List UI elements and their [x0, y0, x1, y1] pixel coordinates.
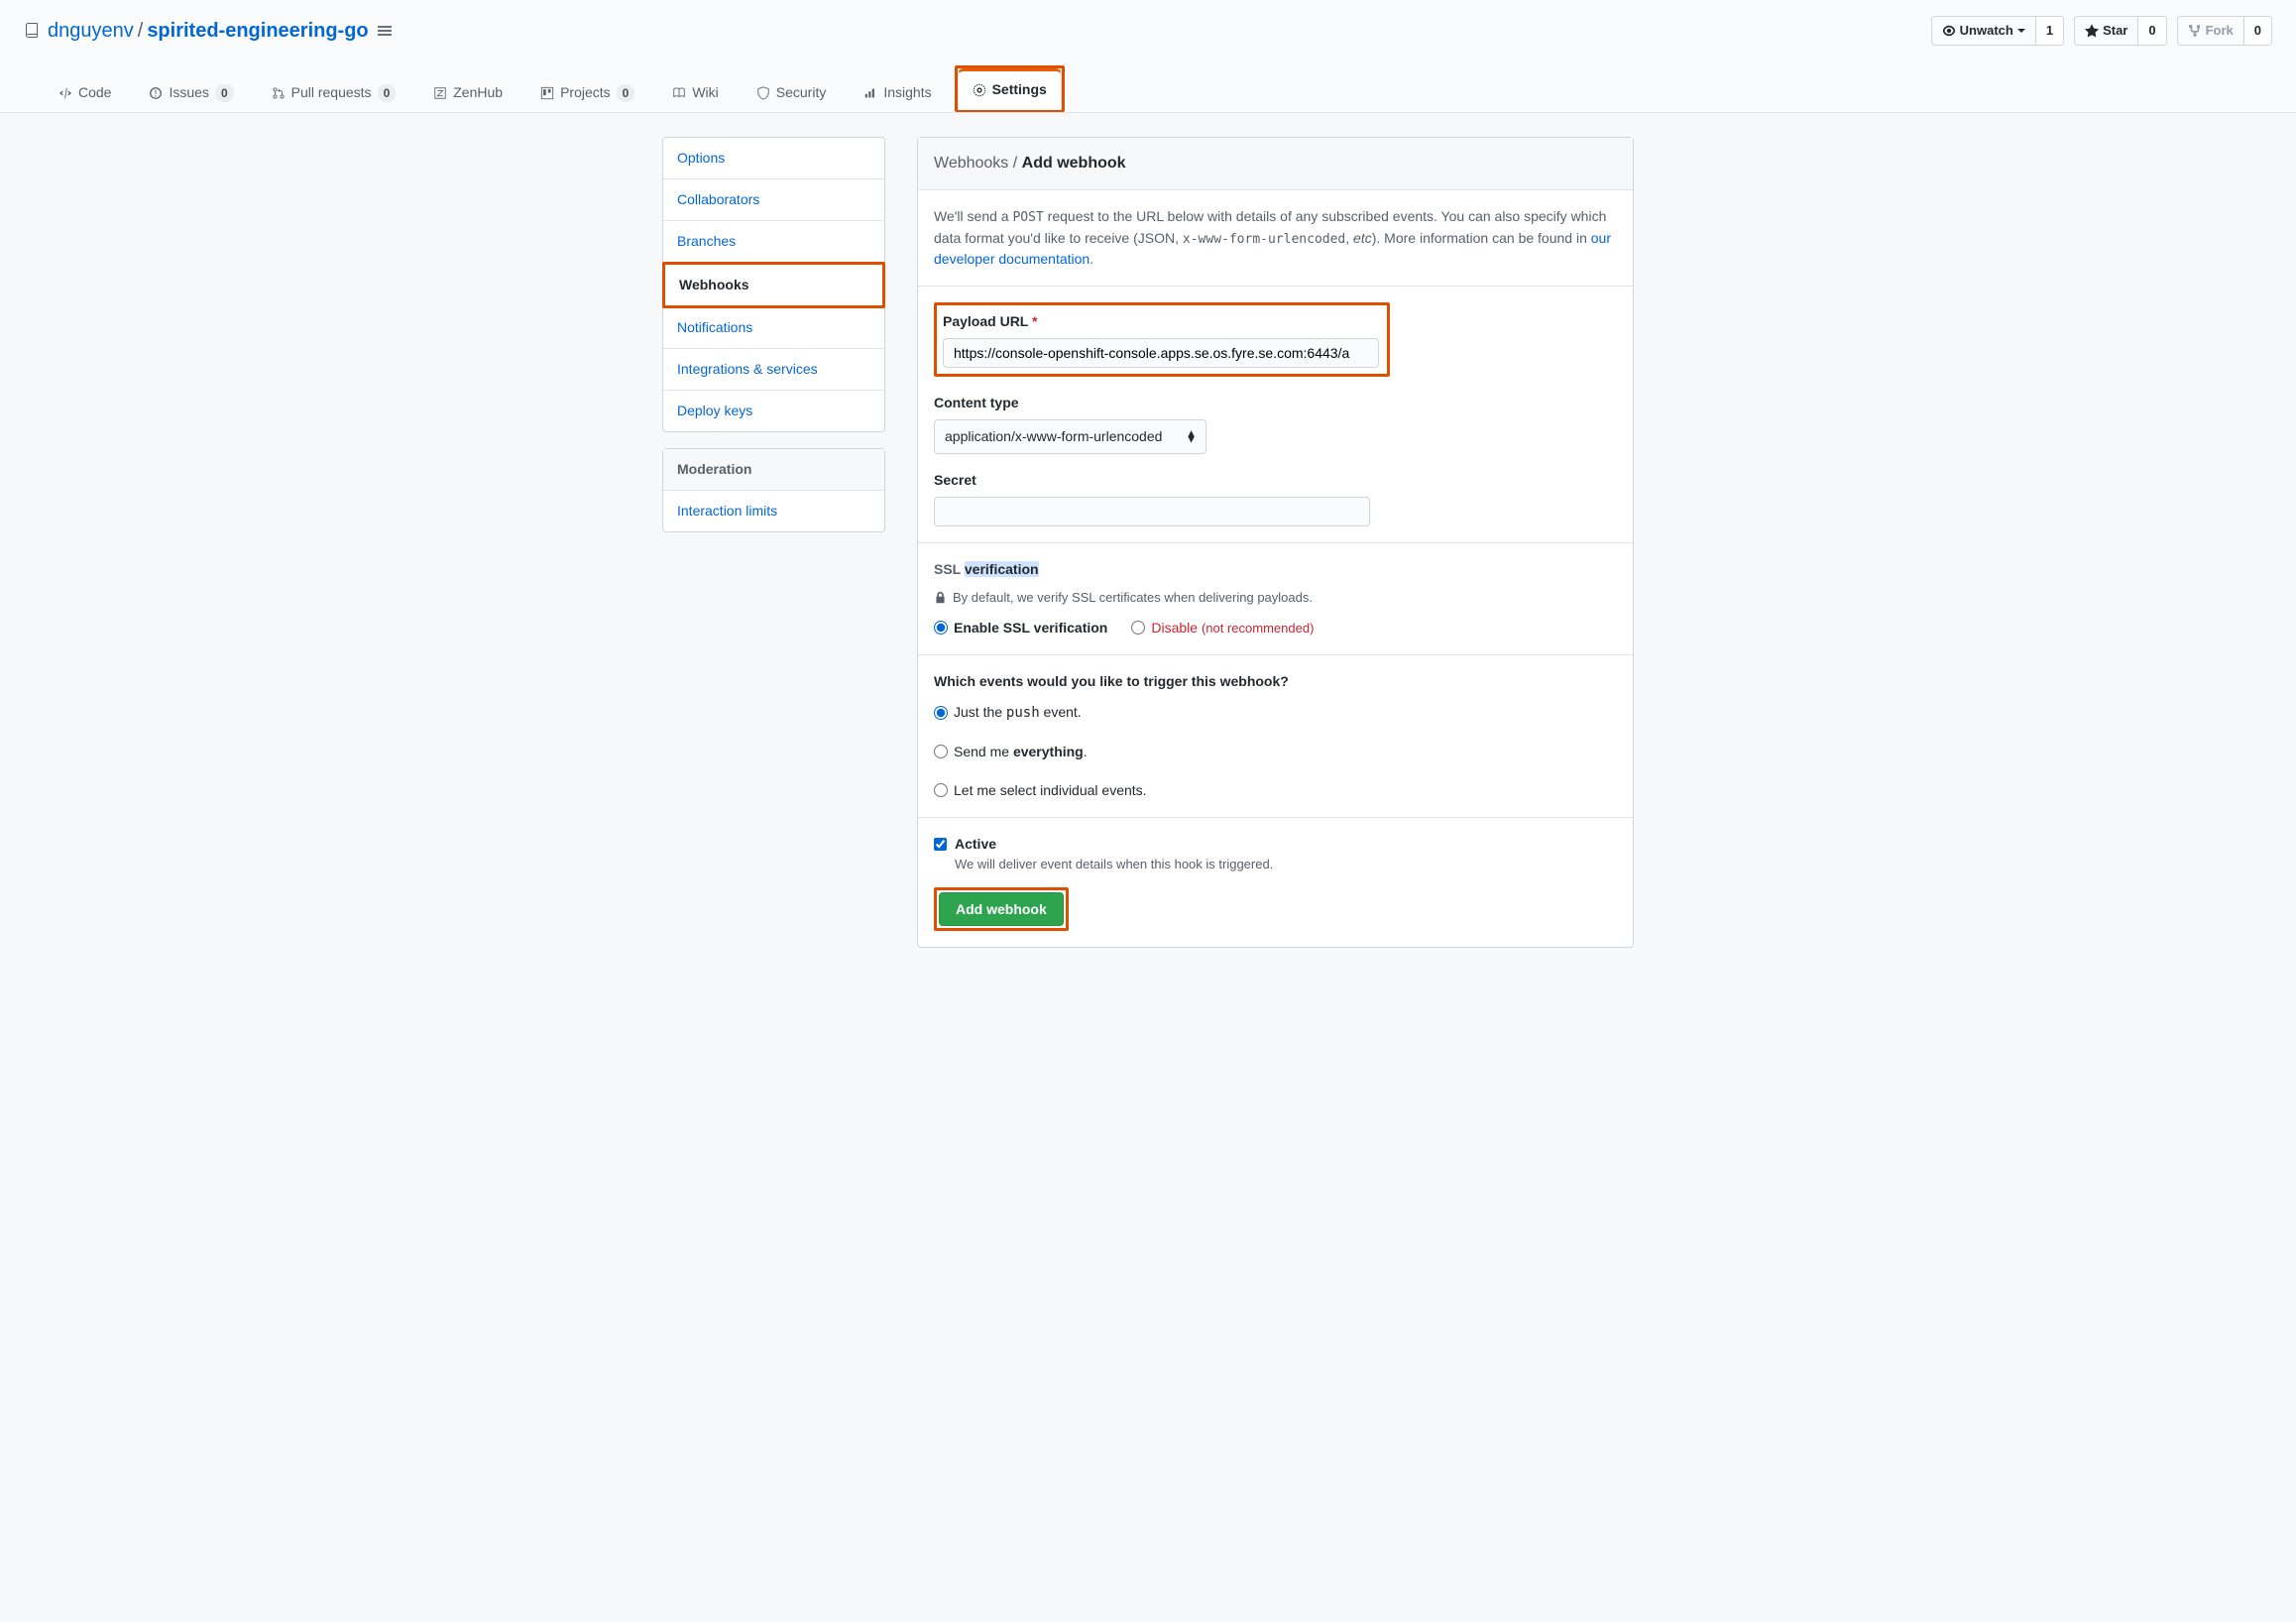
tab-security[interactable]: Security	[742, 71, 842, 113]
tab-pulls[interactable]: Pull requests 0	[257, 71, 411, 113]
fork-button[interactable]: Fork	[2178, 17, 2243, 45]
star-button-group: Star 0	[2074, 16, 2167, 46]
tab-code[interactable]: Code	[44, 71, 126, 113]
content-type-select[interactable]: application/x-www-form-urlencoded	[934, 419, 1206, 454]
intro-text: We'll send a POST request to the URL bel…	[918, 190, 1633, 287]
tab-projects[interactable]: Projects 0	[525, 71, 649, 113]
pulls-count: 0	[378, 84, 397, 102]
repo-actions: Unwatch 1 Star 0 Fork 0	[1931, 16, 2272, 46]
secret-input[interactable]	[934, 497, 1370, 526]
unwatch-label: Unwatch	[1960, 21, 2013, 41]
repo-owner-link[interactable]: dnguyenv	[48, 16, 134, 46]
events-everything-label[interactable]: Send me everything.	[954, 742, 1088, 762]
star-icon	[2085, 24, 2099, 38]
star-label: Star	[2103, 21, 2127, 41]
fork-count[interactable]: 0	[2243, 17, 2271, 45]
page-breadcrumb: Webhooks / Add webhook	[918, 138, 1633, 190]
active-hint: We will deliver event details when this …	[955, 855, 1273, 874]
events-everything-radio[interactable]	[934, 745, 948, 758]
ssl-disable-label[interactable]: Disable (not recommended)	[1151, 618, 1314, 638]
tab-wiki[interactable]: Wiki	[657, 71, 733, 113]
unwatch-button[interactable]: Unwatch	[1932, 17, 2035, 45]
repo-tabs: Code Issues 0 Pull requests 0 ZenHub Pro…	[24, 65, 2272, 112]
gear-icon	[973, 83, 986, 97]
sidebar-item-collaborators[interactable]: Collaborators	[663, 179, 884, 221]
star-button[interactable]: Star	[2075, 17, 2137, 45]
sidebar-item-interaction-limits[interactable]: Interaction limits	[663, 491, 884, 531]
unwatch-count[interactable]: 1	[2035, 17, 2063, 45]
star-count[interactable]: 0	[2137, 17, 2165, 45]
ssl-disable-radio[interactable]	[1131, 621, 1145, 635]
repo-header: dnguyenv / spirited-engineering-go Unwat…	[0, 0, 2296, 113]
tab-insights[interactable]: Insights	[849, 71, 946, 113]
sidebar-item-branches[interactable]: Branches	[663, 221, 884, 263]
code-icon	[58, 86, 72, 100]
settings-sidebar: Options Collaborators Branches Webhooks …	[662, 137, 885, 548]
sidebar-item-integrations[interactable]: Integrations & services	[663, 349, 884, 391]
active-label[interactable]: Active	[955, 836, 996, 852]
repo-icon	[24, 23, 40, 39]
tab-issues[interactable]: Issues 0	[134, 71, 248, 113]
ssl-enable-radio[interactable]	[934, 621, 948, 635]
events-question: Which events would you like to trigger t…	[934, 671, 1617, 692]
events-individual-radio[interactable]	[934, 783, 948, 797]
payload-url-input[interactable]	[943, 338, 1379, 368]
issue-icon	[149, 86, 163, 100]
caret-down-icon	[2017, 29, 2025, 33]
content-type-label: Content type	[934, 393, 1617, 413]
graph-icon	[863, 86, 877, 100]
zenhub-icon	[433, 86, 447, 100]
sidebar-header-moderation: Moderation	[663, 449, 884, 491]
fork-label: Fork	[2206, 21, 2234, 41]
breadcrumb-current: Add webhook	[1022, 155, 1126, 172]
ssl-verification-heading: SSL verification	[934, 559, 1617, 580]
breadcrumb-root[interactable]: Webhooks	[934, 155, 1008, 172]
book-icon	[672, 86, 686, 100]
sidebar-item-webhooks[interactable]: Webhooks	[665, 265, 882, 305]
title-separator: /	[138, 16, 144, 46]
fork-button-group: Fork 0	[2177, 16, 2272, 46]
shield-icon	[756, 86, 770, 100]
pull-request-icon	[272, 86, 286, 100]
project-icon	[540, 86, 554, 100]
lock-icon	[934, 591, 947, 604]
projects-count: 0	[617, 84, 635, 102]
tab-settings[interactable]: Settings	[958, 68, 1062, 110]
unwatch-button-group: Unwatch 1	[1931, 16, 2064, 46]
secret-label: Secret	[934, 470, 1617, 491]
eye-icon	[1942, 24, 1956, 38]
sidebar-item-options[interactable]: Options	[663, 138, 884, 179]
active-checkbox[interactable]	[934, 838, 947, 851]
sidebar-item-deploykeys[interactable]: Deploy keys	[663, 391, 884, 431]
repo-name-link[interactable]: spirited-engineering-go	[147, 16, 368, 46]
repo-title: dnguyenv / spirited-engineering-go	[24, 16, 393, 46]
payload-url-label: Payload URL *	[943, 311, 1381, 332]
issues-count: 0	[215, 84, 234, 102]
add-webhook-button[interactable]: Add webhook	[939, 892, 1064, 926]
fork-icon	[2188, 24, 2202, 38]
repo-menu-icon[interactable]	[377, 23, 393, 39]
ssl-enable-label[interactable]: Enable SSL verification	[954, 618, 1107, 638]
events-individual-label[interactable]: Let me select individual events.	[954, 780, 1147, 801]
tab-zenhub[interactable]: ZenHub	[418, 71, 517, 113]
sidebar-item-notifications[interactable]: Notifications	[663, 307, 884, 349]
events-push-radio[interactable]	[934, 706, 948, 720]
main-panel: Webhooks / Add webhook We'll send a POST…	[917, 137, 1634, 948]
events-push-label[interactable]: Just the push event.	[954, 702, 1082, 724]
ssl-hint: By default, we verify SSL certificates w…	[934, 588, 1617, 608]
